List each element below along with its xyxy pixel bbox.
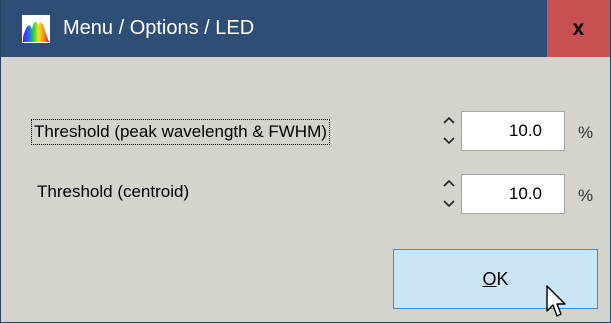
threshold-centroid-unit: % [578, 186, 594, 205]
chevron-down-icon [443, 199, 455, 207]
ok-label-rest: K [496, 269, 509, 289]
spin-down-button[interactable] [440, 131, 458, 150]
options-dialog: Menu / Options / LED x Threshold (peak w… [0, 0, 611, 323]
threshold-peak-input[interactable]: 10.0 [461, 111, 565, 151]
ok-mnemonic: O [482, 269, 497, 289]
chevron-up-icon [443, 116, 455, 124]
title-bar[interactable]: Menu / Options / LED x [1, 0, 610, 57]
threshold-centroid-label: Threshold (centroid) [37, 182, 190, 201]
spin-down-button[interactable] [440, 194, 458, 213]
threshold-peak-unit: % [578, 123, 594, 142]
chevron-up-icon [443, 179, 455, 187]
close-button[interactable]: x [547, 0, 610, 57]
spectrum-app-icon [22, 15, 50, 43]
threshold-centroid-input[interactable]: 10.0 [461, 174, 565, 214]
chevron-down-icon [443, 136, 455, 144]
threshold-peak-spinner[interactable] [440, 110, 458, 150]
spin-up-button[interactable] [440, 173, 458, 192]
threshold-centroid-spinner[interactable] [440, 173, 458, 213]
threshold-peak-label: Threshold (peak wavelength & FWHM) [31, 119, 330, 145]
mouse-pointer-icon [546, 285, 566, 317]
window-title: Menu / Options / LED [63, 17, 255, 39]
spin-up-button[interactable] [440, 110, 458, 129]
